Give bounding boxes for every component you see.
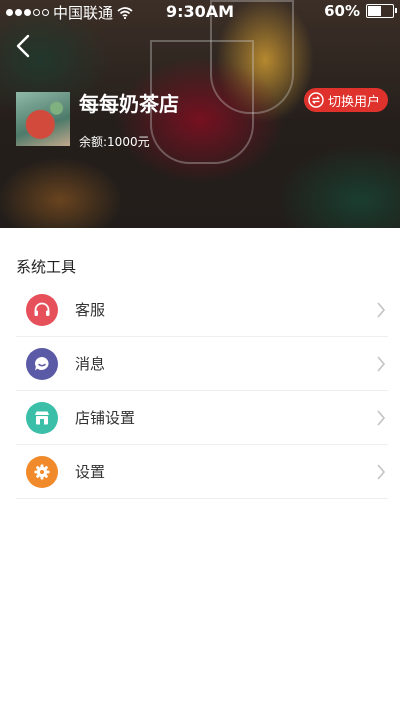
menu-label: 设置: [75, 463, 106, 481]
chevron-right-icon: [377, 301, 386, 318]
shop-name: 每每奶茶店: [79, 92, 179, 116]
menu-item-customer-service[interactable]: 客服: [16, 283, 388, 337]
menu-label: 客服: [75, 301, 106, 319]
status-bar: 中国联通 9:30AM 60%: [0, 0, 400, 22]
gear-icon: [26, 455, 58, 488]
battery-icon: [366, 4, 397, 18]
section-title: 系统工具: [16, 258, 77, 276]
battery-percent: 60%: [324, 2, 360, 20]
store-icon: [26, 401, 58, 434]
tools-menu: 客服 消息 店铺设置 设置: [16, 283, 388, 499]
menu-item-store-settings[interactable]: 店铺设置: [16, 391, 388, 445]
menu-item-settings[interactable]: 设置: [16, 445, 388, 499]
switch-user-label: 切换用户: [327, 94, 380, 110]
menu-label: 店铺设置: [75, 409, 136, 427]
switch-icon: [308, 92, 324, 108]
chevron-right-icon: [377, 409, 386, 426]
menu-label: 消息: [75, 355, 106, 373]
menu-item-messages[interactable]: 消息: [16, 337, 388, 391]
back-arrow-icon[interactable]: [10, 30, 40, 62]
chevron-right-icon: [377, 463, 386, 480]
switch-user-button[interactable]: 切换用户: [303, 88, 388, 112]
chevron-right-icon: [377, 355, 386, 372]
shop-avatar: [16, 92, 70, 146]
chat-icon: [26, 347, 58, 380]
balance-text: 余额:1000元: [79, 135, 150, 149]
headset-icon: [26, 293, 58, 326]
